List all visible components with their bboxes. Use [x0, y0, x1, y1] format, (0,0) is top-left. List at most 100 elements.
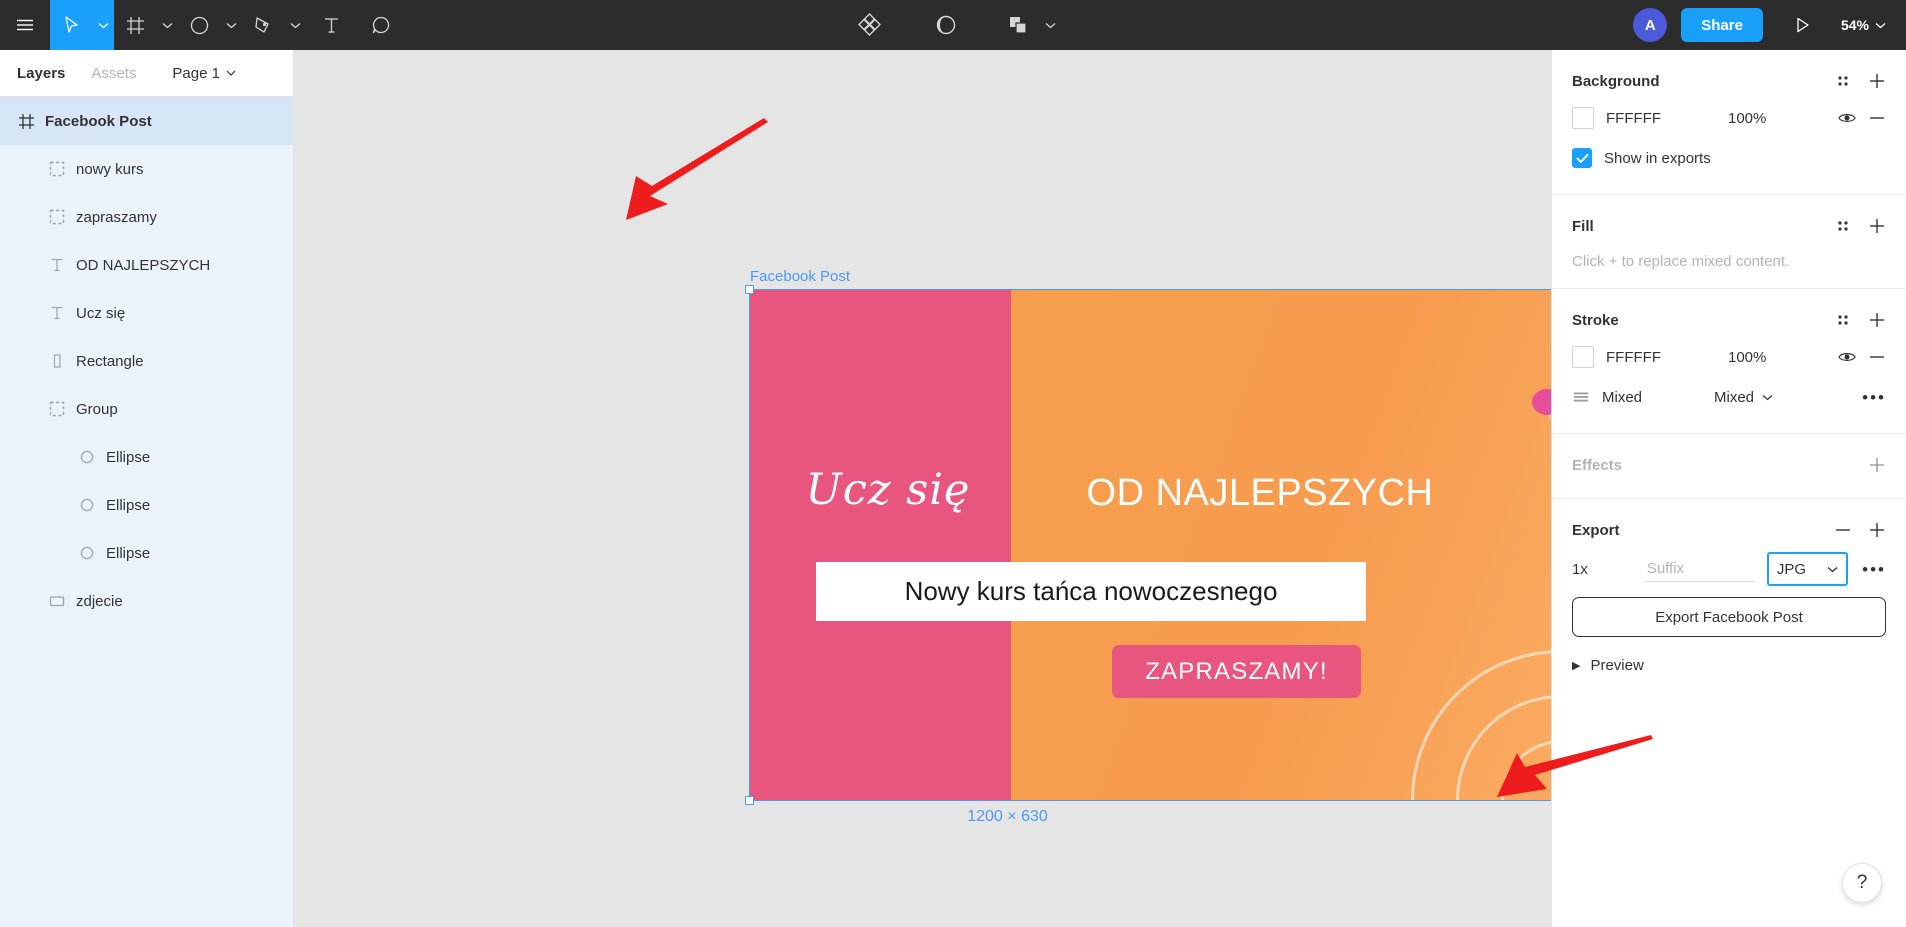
background-eye-icon[interactable] — [1838, 109, 1856, 127]
zoom-chevron-down-icon — [1875, 22, 1886, 28]
boolean-tool[interactable] — [997, 0, 1061, 50]
layer-label: Ellipse — [106, 496, 151, 514]
facebook-post-frame[interactable]: Ucz się OD NAJLEPSZYCH Nowy kurs tańca n… — [749, 289, 1551, 801]
export-format-select[interactable]: JPG — [1766, 552, 1849, 586]
frame-icon — [17, 112, 35, 130]
effects-plus-icon[interactable] — [1868, 456, 1886, 474]
background-section: Background FFFFFF 100% Show in exports — [1552, 50, 1906, 195]
shape-tool-chevron-down-icon[interactable] — [220, 0, 242, 50]
stroke-plus-icon[interactable] — [1868, 311, 1886, 329]
frame-icon[interactable] — [114, 0, 156, 50]
stroke-minus-icon[interactable] — [1868, 348, 1886, 366]
stroke-ellipsis-icon[interactable]: ••• — [1862, 389, 1886, 406]
layer-label: Ucz się — [76, 304, 126, 322]
cursor-arrow-icon[interactable] — [50, 0, 92, 50]
background-minus-icon[interactable] — [1868, 109, 1886, 127]
pen-tool-chevron-down-icon[interactable] — [284, 0, 306, 50]
stroke-style-grid-icon[interactable] — [1834, 311, 1852, 329]
preview-triangle-right-icon: ▶ — [1572, 659, 1581, 672]
layer-row-facebook-post[interactable]: Facebook Post — [0, 97, 293, 145]
hamburger-menu-icon[interactable] — [0, 0, 50, 50]
background-header: Background — [1572, 64, 1886, 98]
background-opacity-value[interactable]: 100% — [1728, 110, 1826, 127]
ellipse-icon — [78, 496, 96, 514]
show-in-exports-checkbox[interactable] — [1572, 148, 1592, 168]
background-title: Background — [1572, 72, 1660, 90]
comment-tool[interactable] — [356, 0, 406, 50]
background-hex-value[interactable]: FFFFFF — [1606, 110, 1716, 127]
stroke-opacity-value[interactable]: 100% — [1728, 349, 1826, 366]
selected-frame-wrapper: Ucz się OD NAJLEPSZYCH Nowy kurs tańca n… — [745, 285, 1551, 805]
fill-plus-icon[interactable] — [1868, 217, 1886, 235]
ellipse-icon[interactable] — [178, 0, 220, 50]
frame-name-label[interactable]: Facebook Post — [750, 268, 850, 285]
page-selector[interactable]: Page 1 — [172, 65, 236, 82]
export-plus-icon[interactable] — [1868, 521, 1886, 539]
layer-row-group[interactable]: Group — [0, 385, 293, 433]
present-button[interactable] — [1777, 0, 1827, 50]
pen-tool[interactable] — [242, 0, 306, 50]
stroke-eye-icon[interactable] — [1838, 348, 1856, 366]
selection-handle-bottom-left[interactable] — [745, 796, 754, 805]
selection-handle-top-left[interactable] — [745, 285, 754, 294]
layer-row-rectangle[interactable]: Rectangle — [0, 337, 293, 385]
boolean-tool-chevron-down-icon[interactable] — [1039, 0, 1061, 50]
move-tool[interactable] — [50, 0, 114, 50]
layer-row-od-najlepszych[interactable]: OD NAJLEPSZYCH — [0, 241, 293, 289]
layer-row-zapraszamy[interactable]: zapraszamy — [0, 193, 293, 241]
export-facebook-post-button[interactable]: Export Facebook Post — [1572, 597, 1886, 637]
stroke-header: Stroke — [1572, 303, 1886, 337]
canvas-viewport[interactable]: Facebook Post Ucz się OD NAJLEPSZYCH Now… — [294, 50, 1551, 927]
stroke-align-icon[interactable] — [1572, 388, 1590, 406]
tab-assets[interactable]: Assets — [91, 65, 136, 82]
fill-style-grid-icon[interactable] — [1834, 217, 1852, 235]
artwork-cta-button: ZAPRASZAMY! — [1112, 645, 1361, 698]
move-tool-chevron-down-icon[interactable] — [92, 0, 114, 50]
background-color-swatch[interactable] — [1572, 107, 1594, 129]
layer-label: nowy kurs — [76, 160, 144, 178]
show-in-exports-label: Show in exports — [1604, 149, 1711, 167]
fill-section: Fill Click + to replace mixed content. — [1552, 195, 1906, 289]
layer-row-zdjecie[interactable]: zdjecie — [0, 577, 293, 625]
fill-title: Fill — [1572, 217, 1594, 235]
export-ellipsis-icon[interactable]: ••• — [1862, 561, 1886, 578]
layer-row-ellipse[interactable]: Ellipse — [0, 529, 293, 577]
stroke-weight-value[interactable]: Mixed — [1714, 389, 1754, 406]
tab-layers[interactable]: Layers — [17, 65, 65, 82]
export-scale-value[interactable]: 1x — [1572, 561, 1645, 578]
stroke-hex-value[interactable]: FFFFFF — [1606, 349, 1716, 366]
zoom-control[interactable]: 54% — [1841, 17, 1890, 33]
artwork-script-text: Ucz się — [805, 465, 971, 515]
layer-row-ellipse[interactable]: Ellipse — [0, 481, 293, 529]
layer-label: Ellipse — [106, 544, 151, 562]
avatar[interactable]: A — [1633, 8, 1668, 42]
pen-icon[interactable] — [242, 0, 284, 50]
background-plus-icon[interactable] — [1868, 72, 1886, 90]
mask-tool[interactable] — [921, 0, 971, 50]
left-panel: Layers Assets Page 1 Facebook Post nowy k… — [0, 50, 294, 927]
artwork-pink-panel — [750, 290, 1011, 800]
share-button[interactable]: Share — [1681, 8, 1763, 42]
export-preview-toggle[interactable]: ▶ Preview — [1572, 643, 1886, 687]
show-in-exports-row[interactable]: Show in exports — [1572, 138, 1886, 178]
text-tool[interactable] — [306, 0, 356, 50]
shape-tool[interactable] — [178, 0, 242, 50]
help-button[interactable]: ? — [1842, 863, 1882, 903]
boolean-union-icon[interactable] — [997, 0, 1039, 50]
text-t-icon — [324, 17, 338, 33]
layer-row-nowy-kurs[interactable]: nowy kurs — [0, 145, 293, 193]
layer-row-ellipse[interactable]: Ellipse — [0, 433, 293, 481]
components-tool[interactable] — [845, 0, 895, 50]
stroke-color-swatch[interactable] — [1572, 346, 1594, 368]
image-icon — [48, 592, 66, 610]
layer-row-ucz-się[interactable]: Ucz się — [0, 289, 293, 337]
export-suffix-input[interactable] — [1644, 556, 1755, 582]
frame-tool[interactable] — [114, 0, 178, 50]
export-section: Export 1x JPG — [1552, 499, 1906, 703]
export-minus-icon[interactable] — [1834, 521, 1852, 539]
frame-tool-chevron-down-icon[interactable] — [156, 0, 178, 50]
stroke-align-value[interactable]: Mixed — [1602, 389, 1702, 406]
export-format-chevron-down-icon — [1827, 566, 1838, 572]
components-diamond-icon — [858, 13, 881, 36]
background-style-grid-icon[interactable] — [1834, 72, 1852, 90]
